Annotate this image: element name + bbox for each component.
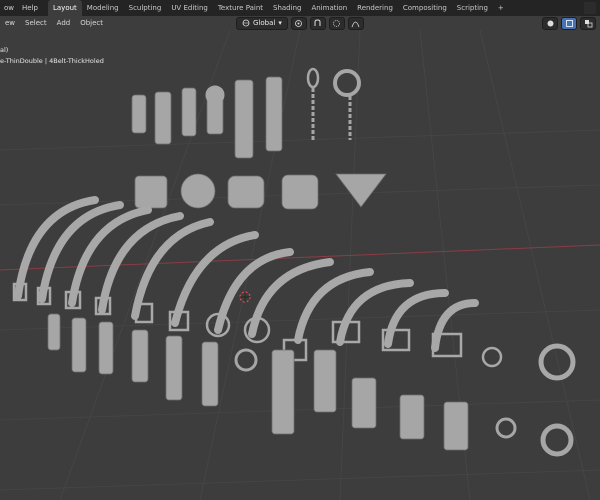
tab-texture-paint[interactable]: Texture Paint [213, 0, 268, 16]
tab-animation[interactable]: Animation [306, 0, 352, 16]
menu-view[interactable]: ew [0, 19, 20, 27]
floor-grid [0, 30, 600, 500]
view-gizmo-icon[interactable] [542, 16, 558, 30]
topbar-right [584, 0, 596, 16]
chevron-down-icon: ▾ [278, 18, 282, 27]
tab-layout[interactable]: Layout [47, 0, 82, 16]
shape-row [134, 173, 387, 210]
transform-orientation-dropdown[interactable]: Global ▾ [236, 16, 288, 30]
tab-sculpting[interactable]: Sculpting [124, 0, 167, 16]
proportional-edit-icon[interactable] [328, 16, 345, 30]
menu-add[interactable]: Add [52, 19, 76, 27]
tab-modeling[interactable]: Modeling [82, 0, 124, 16]
transform-orientation-label: Global [253, 18, 276, 27]
overlays-icon[interactable] [561, 16, 577, 30]
tab-compositing[interactable]: Compositing [398, 0, 452, 16]
viewport-display-tools [542, 16, 596, 30]
add-workspace-button[interactable]: + [493, 4, 509, 12]
loop-parts-row [47, 313, 574, 457]
menu-help[interactable]: Help [18, 4, 42, 12]
tab-uv-editing[interactable]: UV Editing [166, 0, 213, 16]
menu-object[interactable]: Object [75, 19, 108, 27]
snap-icon[interactable] [309, 16, 326, 30]
3d-cursor [239, 291, 251, 303]
menu-window[interactable]: ow [0, 4, 18, 12]
tab-scripting[interactable]: Scripting [452, 0, 493, 16]
scene-icon[interactable] [584, 2, 596, 14]
xray-icon[interactable] [580, 16, 596, 30]
top-menu-bar: ow Help Layout Modeling Sculpting UV Edi… [0, 0, 600, 16]
falloff-icon[interactable] [347, 16, 364, 30]
3d-viewport[interactable] [0, 30, 600, 500]
menu-select[interactable]: Select [20, 19, 52, 27]
transform-tools: Global ▾ [236, 16, 364, 30]
tab-shading[interactable]: Shading [268, 0, 306, 16]
workspace-tabs: Layout Modeling Sculpting UV Editing Tex… [47, 0, 509, 16]
transform-pivot-icon[interactable] [290, 16, 307, 30]
orientation-icon [242, 19, 250, 27]
tab-rendering[interactable]: Rendering [352, 0, 398, 16]
